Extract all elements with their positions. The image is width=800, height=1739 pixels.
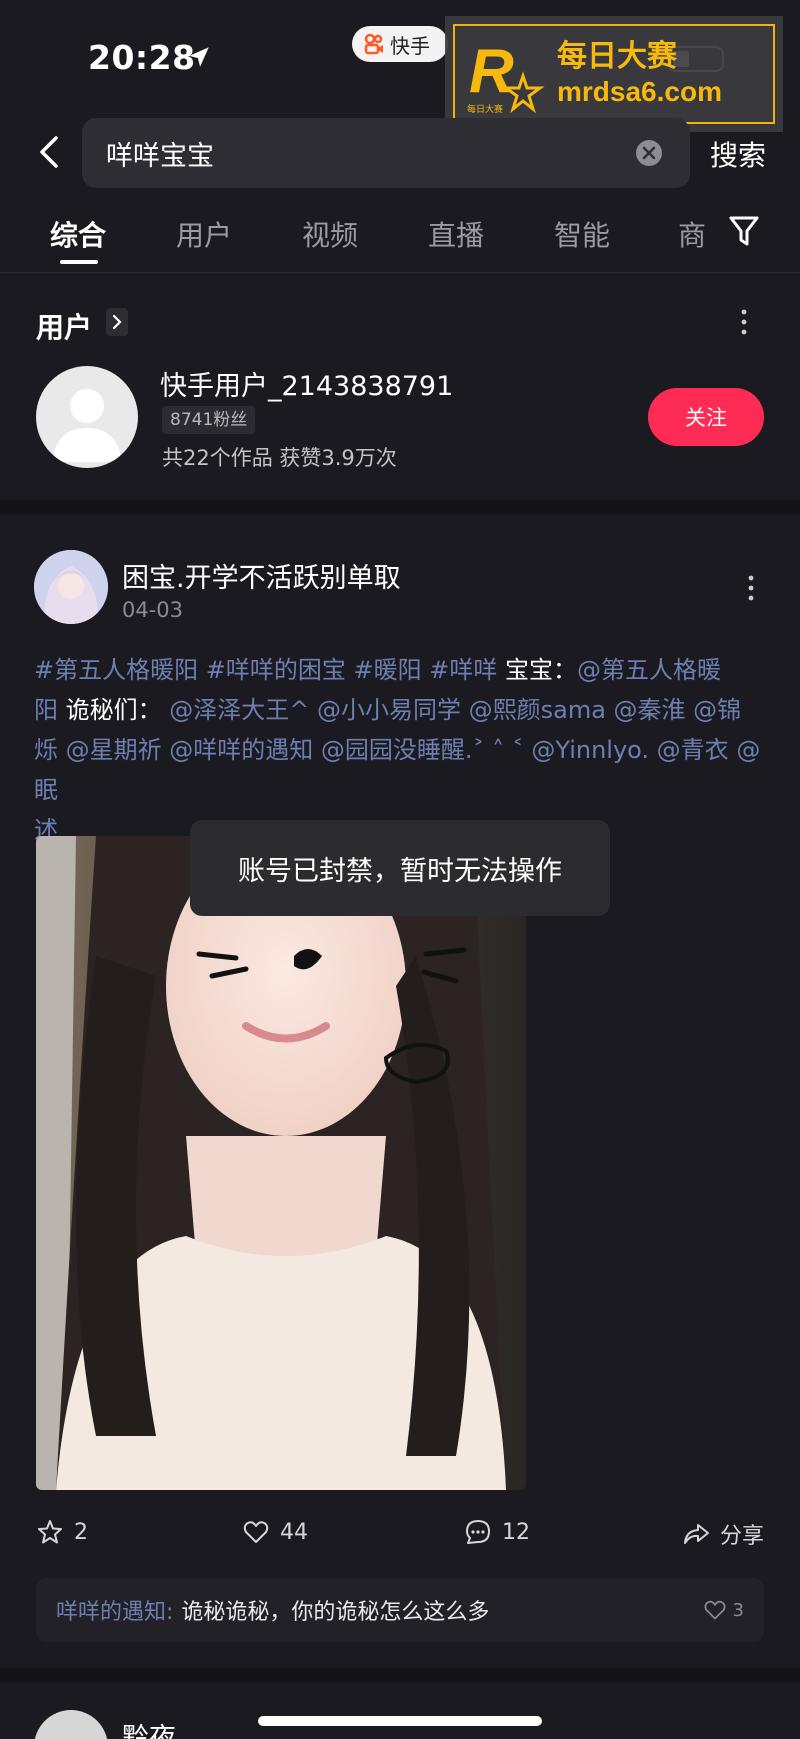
post-author-avatar[interactable]: [34, 550, 108, 624]
post-author-name[interactable]: 困宝.开学不活跃别单取: [122, 556, 401, 595]
heart-icon: [704, 1600, 726, 1620]
user-avatar[interactable]: [36, 366, 138, 468]
more-options-icon[interactable]: [741, 308, 747, 336]
status-time: 20:28: [88, 38, 196, 77]
comment-button[interactable]: 12: [464, 1518, 530, 1546]
next-post-author[interactable]: 黔夜: [122, 1716, 176, 1739]
default-avatar-icon: [52, 389, 122, 462]
watermark-logo-icon: R 每日大赛: [467, 37, 545, 115]
active-tab-indicator: [60, 260, 98, 264]
collect-button[interactable]: 2: [36, 1518, 88, 1546]
watermark-overlay: R 每日大赛 每日大赛 mrdsa6.com: [445, 16, 783, 132]
share-arrow-icon: [684, 1524, 709, 1544]
fans-count-badge: 8741粉丝: [162, 406, 256, 434]
caption-mention-cont[interactable]: 阳: [34, 696, 58, 724]
tab-shop[interactable]: 商: [678, 214, 706, 254]
users-section-title[interactable]: 用户: [36, 306, 92, 346]
star-icon: [38, 1520, 62, 1544]
watermark-title: 每日大赛: [557, 39, 677, 74]
tab-general[interactable]: 综合: [50, 214, 106, 254]
search-query: 咩咩宝宝: [106, 140, 214, 172]
tab-users[interactable]: 用户: [176, 214, 232, 254]
portrait-photo: [36, 836, 526, 1490]
next-post-avatar[interactable]: [34, 1710, 108, 1739]
svg-text:每日大赛: 每日大赛: [467, 103, 503, 115]
share-button[interactable]: 分享: [682, 1518, 764, 1550]
like-button[interactable]: 44: [242, 1518, 308, 1546]
watermark-url: mrdsa6.com: [557, 76, 722, 107]
home-indicator[interactable]: [258, 1716, 542, 1726]
like-count: 44: [280, 1519, 308, 1545]
caption-mentions[interactable]: @泽泽大王^ @小小易同学 @熙颜sama @秦淮 @锦: [169, 696, 741, 724]
close-icon: [642, 146, 656, 160]
kuaishou-logo-icon: [364, 33, 383, 55]
caption-mention[interactable]: @第五人格暖: [577, 656, 721, 684]
app-pill-label: 快手: [390, 33, 430, 58]
comment-count: 12: [502, 1519, 530, 1545]
follow-button[interactable]: 关注: [648, 388, 764, 446]
user-name[interactable]: 快手用户_2143838791: [160, 364, 453, 403]
clear-search-button[interactable]: [636, 140, 662, 166]
caption-hashtags[interactable]: #第五人格暖阳 #咩咩的困宝 #暖阳 #咩咩: [34, 656, 497, 684]
comment-like-count: 3: [732, 1599, 744, 1621]
tab-smart[interactable]: 智能: [554, 214, 610, 254]
comment-user[interactable]: 咩咩的遇知:: [56, 1594, 173, 1626]
anime-avatar-image: [34, 550, 108, 624]
collect-count: 2: [74, 1519, 88, 1545]
post-more-icon[interactable]: [748, 574, 754, 602]
comment-text: 诡秘诡秘，你的诡秘怎么这么多: [181, 1600, 490, 1625]
section-separator: [0, 1668, 800, 1682]
svg-text:R: R: [469, 37, 514, 106]
back-to-app-pill[interactable]: 快手: [352, 26, 448, 62]
heart-icon: [243, 1521, 269, 1543]
chevron-right-icon: [112, 314, 122, 330]
comment-like-button[interactable]: 3: [703, 1598, 744, 1622]
tabs-divider: [0, 272, 800, 273]
search-input[interactable]: 咩咩宝宝: [82, 118, 690, 188]
back-arrow-icon[interactable]: [34, 132, 66, 172]
search-button[interactable]: 搜索: [710, 134, 766, 174]
users-section-more[interactable]: [106, 308, 128, 336]
top-comment[interactable]: 咩咩的遇知: 诡秘诡秘，你的诡秘怎么这么多 3: [36, 1578, 764, 1642]
caption-text-baobao: 宝宝：: [497, 656, 577, 684]
comment-bubble-icon: [466, 1520, 490, 1544]
user-stats: 共22个作品 获赞3.9万次: [162, 446, 397, 470]
filter-icon[interactable]: [728, 214, 760, 248]
location-arrow-icon: [189, 47, 209, 67]
tab-videos[interactable]: 视频: [302, 214, 358, 254]
section-separator: [0, 500, 800, 514]
banned-toast: 账号已封禁，暂时无法操作: [190, 820, 610, 916]
caption-text-guimi: 诡秘们：: [58, 696, 170, 724]
tab-live[interactable]: 直播: [428, 214, 484, 254]
post-image[interactable]: [36, 836, 526, 1490]
caption-mentions[interactable]: 烁 @星期祈 @咩咩的遇知 @园园没睡醒.˃ ˄ ˂ @Yinnlyo. @青衣…: [34, 736, 760, 804]
post-date: 04-03: [122, 598, 184, 622]
share-label: 分享: [720, 1524, 765, 1549]
